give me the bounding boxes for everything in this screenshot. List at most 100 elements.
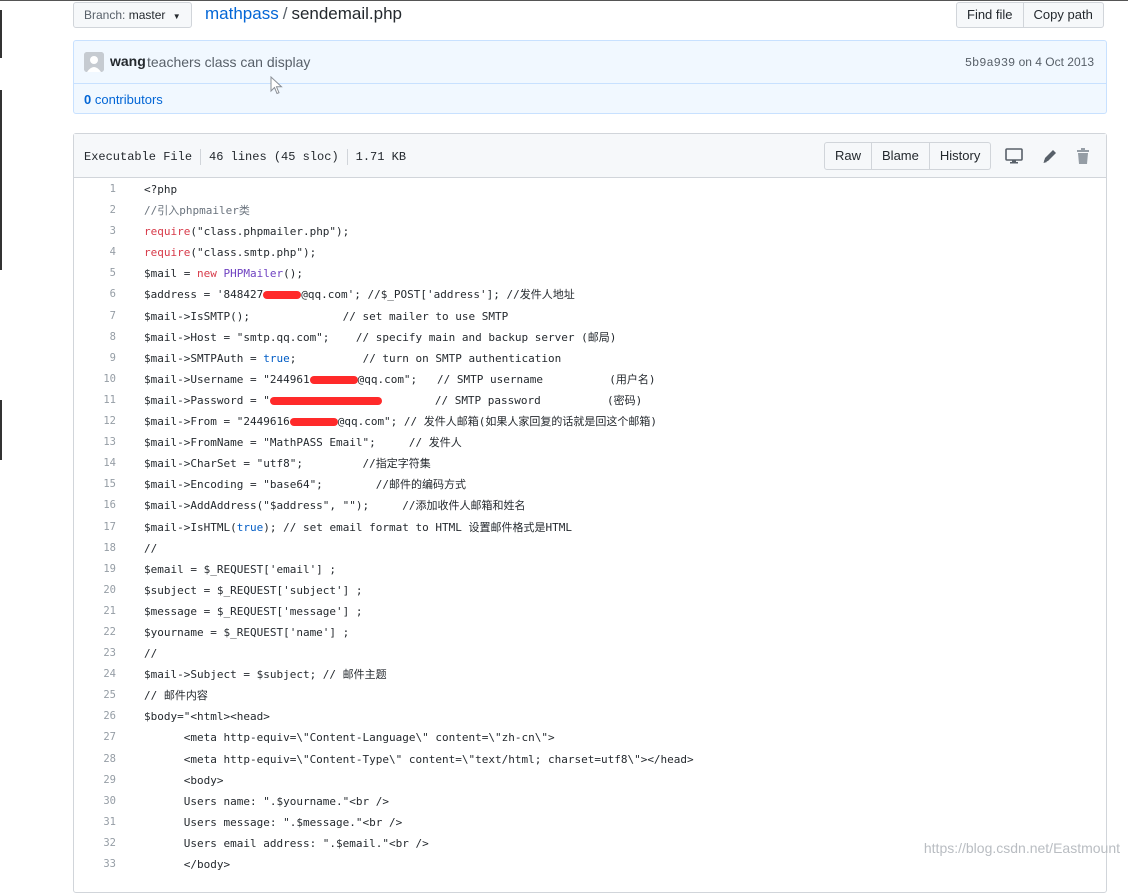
code-line: 31 Users message: ".$message."<br /> bbox=[74, 812, 1106, 833]
line-number[interactable]: 7 bbox=[74, 306, 116, 327]
line-number[interactable]: 13 bbox=[74, 432, 116, 453]
code-line: 26 $body="<html><head> bbox=[74, 706, 1106, 727]
line-content: $mail->FromName = "MathPASS Email"; // 发… bbox=[144, 432, 462, 453]
branch-label: Branch: bbox=[84, 8, 126, 22]
breadcrumb: mathpass / sendemail.php bbox=[205, 2, 402, 26]
line-number[interactable]: 27 bbox=[74, 727, 116, 748]
mouse-cursor-icon bbox=[270, 76, 283, 95]
caret-down-icon: ▼ bbox=[172, 12, 181, 21]
line-number[interactable]: 9 bbox=[74, 348, 116, 369]
line-number[interactable]: 22 bbox=[74, 622, 116, 643]
code-line: 12 $mail->From = "2449616 @qq.com"; // 发件人… bbox=[74, 411, 1106, 432]
code-token: // bbox=[144, 541, 158, 555]
line-content: $mail->Password = " // SMTP password (密码… bbox=[144, 390, 642, 411]
code-line: 19 $email = $_REQUEST['email'] ; bbox=[74, 559, 1106, 580]
line-number[interactable]: 14 bbox=[74, 453, 116, 474]
code-line: 3 require("class.phpmailer.php"); bbox=[74, 221, 1106, 242]
file-navigation-buttons: Find file Copy path bbox=[956, 2, 1104, 28]
code-token: Users email address: ".$email."<br /> bbox=[144, 836, 429, 850]
line-number[interactable]: 4 bbox=[74, 242, 116, 263]
line-content: $mail->IsHTML(true); // set email format… bbox=[144, 517, 572, 538]
commit-message-link[interactable]: teachers class can display bbox=[147, 54, 310, 70]
line-number[interactable]: 17 bbox=[74, 517, 116, 538]
code-token: require bbox=[144, 225, 191, 239]
line-number[interactable]: 10 bbox=[74, 369, 116, 390]
commit-author-link[interactable]: wang bbox=[110, 53, 146, 69]
line-content: $mail->AddAddress("$address", ""); //添加收… bbox=[144, 495, 526, 516]
code-line: 6 $address = '848427 @qq.com'; //$_POST['a… bbox=[74, 284, 1106, 305]
line-number[interactable]: 29 bbox=[74, 770, 116, 791]
breadcrumb-file-name: sendemail.php bbox=[291, 4, 403, 23]
code-token: $mail->CharSet = "utf8"; //指定字符集 bbox=[144, 457, 431, 471]
code-line: 30 Users name: ".$yourname."<br /> bbox=[74, 791, 1106, 812]
line-number[interactable]: 21 bbox=[74, 601, 116, 622]
line-number[interactable]: 26 bbox=[74, 706, 116, 727]
blame-button[interactable]: Blame bbox=[872, 142, 930, 170]
pencil-icon[interactable] bbox=[1040, 147, 1060, 165]
code-line: 23 // bbox=[74, 643, 1106, 664]
raw-button[interactable]: Raw bbox=[824, 142, 873, 170]
line-number[interactable]: 19 bbox=[74, 559, 116, 580]
file-size: 1.71 KB bbox=[355, 150, 407, 165]
code-token: ("class.phpmailer.php"); bbox=[190, 225, 350, 239]
line-number[interactable]: 18 bbox=[74, 538, 116, 559]
line-number[interactable]: 3 bbox=[74, 221, 116, 242]
line-content: $message = $_REQUEST['message'] ; bbox=[144, 601, 363, 622]
code-token: $mail->From = "2449616 bbox=[144, 415, 290, 429]
desktop-icon[interactable] bbox=[1004, 147, 1024, 165]
line-number[interactable]: 1 bbox=[74, 179, 116, 200]
code-token: $mail->Host = "smtp.qq.com"; // specify … bbox=[144, 330, 617, 344]
line-content: $mail->IsSMTP(); // set mailer to use SM… bbox=[144, 306, 508, 327]
line-content: $mail->Host = "smtp.qq.com"; // specify … bbox=[144, 327, 616, 348]
line-number[interactable]: 11 bbox=[74, 390, 116, 411]
window-top-border bbox=[0, 0, 1128, 1]
line-number[interactable]: 12 bbox=[74, 411, 116, 432]
line-number[interactable]: 8 bbox=[74, 327, 116, 348]
line-number[interactable]: 5 bbox=[74, 263, 116, 284]
code-line: 7 $mail->IsSMTP(); // set mailer to use S… bbox=[74, 306, 1106, 327]
line-number[interactable]: 25 bbox=[74, 685, 116, 706]
copy-path-button[interactable]: Copy path bbox=[1023, 2, 1104, 28]
contributors-link[interactable]: 0 contributors bbox=[84, 92, 163, 107]
line-number[interactable]: 20 bbox=[74, 580, 116, 601]
line-content: require("class.smtp.php"); bbox=[144, 242, 316, 263]
code-token: ("class.smtp.php"); bbox=[190, 246, 317, 260]
line-number[interactable]: 31 bbox=[74, 812, 116, 833]
code-token: (); bbox=[283, 267, 303, 281]
line-number[interactable]: 24 bbox=[74, 664, 116, 685]
commit-sha-and-date: 5b9a939 on 4 Oct 2013 bbox=[965, 55, 1094, 70]
line-number[interactable]: 32 bbox=[74, 833, 116, 854]
line-number[interactable]: 6 bbox=[74, 284, 116, 305]
line-number[interactable]: 2 bbox=[74, 200, 116, 221]
file-line-count: 46 lines (45 sloc) bbox=[209, 150, 339, 165]
find-file-button[interactable]: Find file bbox=[956, 2, 1024, 28]
code-token: PHPMailer bbox=[223, 267, 284, 281]
line-number[interactable]: 16 bbox=[74, 495, 116, 516]
line-number[interactable]: 33 bbox=[74, 854, 116, 875]
line-number[interactable]: 30 bbox=[74, 791, 116, 812]
redaction-mark bbox=[263, 291, 302, 300]
line-number[interactable]: 23 bbox=[74, 643, 116, 664]
line-number[interactable]: 15 bbox=[74, 474, 116, 495]
line-content: // bbox=[144, 538, 157, 559]
trash-icon[interactable] bbox=[1073, 147, 1093, 165]
code-token: <meta http-equiv=\"Content-Type\" conten… bbox=[144, 752, 694, 766]
line-content: $mail->Encoding = "base64"; //邮件的编码方式 bbox=[144, 474, 466, 495]
commit-sha-link[interactable]: 5b9a939 bbox=[965, 56, 1015, 70]
line-content: <meta http-equiv=\"Content-Type\" conten… bbox=[144, 749, 694, 770]
branch-select-button[interactable]: Branch: master ▼ bbox=[73, 2, 192, 28]
line-number[interactable]: 28 bbox=[74, 749, 116, 770]
code-token: ; // turn on SMTP authentication bbox=[289, 351, 562, 365]
commit-tease: wang teachers class can display 5b9a939 … bbox=[73, 40, 1107, 114]
history-button[interactable]: History bbox=[929, 142, 992, 170]
code-token: </body> bbox=[144, 858, 231, 871]
code-token: @qq.com"; // 发件人邮箱(如果人家回复的话就是回这个邮箱) bbox=[337, 415, 658, 429]
breadcrumb-repo-link[interactable]: mathpass bbox=[205, 4, 279, 23]
file-type: Executable File bbox=[84, 150, 193, 165]
code-line: 21 $message = $_REQUEST['message'] ; bbox=[74, 601, 1106, 622]
code-token: <body> bbox=[144, 773, 224, 787]
code-line: 8 $mail->Host = "smtp.qq.com"; // specify… bbox=[74, 327, 1106, 348]
code-line: 13 $mail->FromName = "MathPASS Email"; //… bbox=[74, 432, 1106, 453]
avatar-icon[interactable] bbox=[84, 52, 104, 72]
line-content: Users name: ".$yourname."<br /> bbox=[144, 791, 389, 812]
